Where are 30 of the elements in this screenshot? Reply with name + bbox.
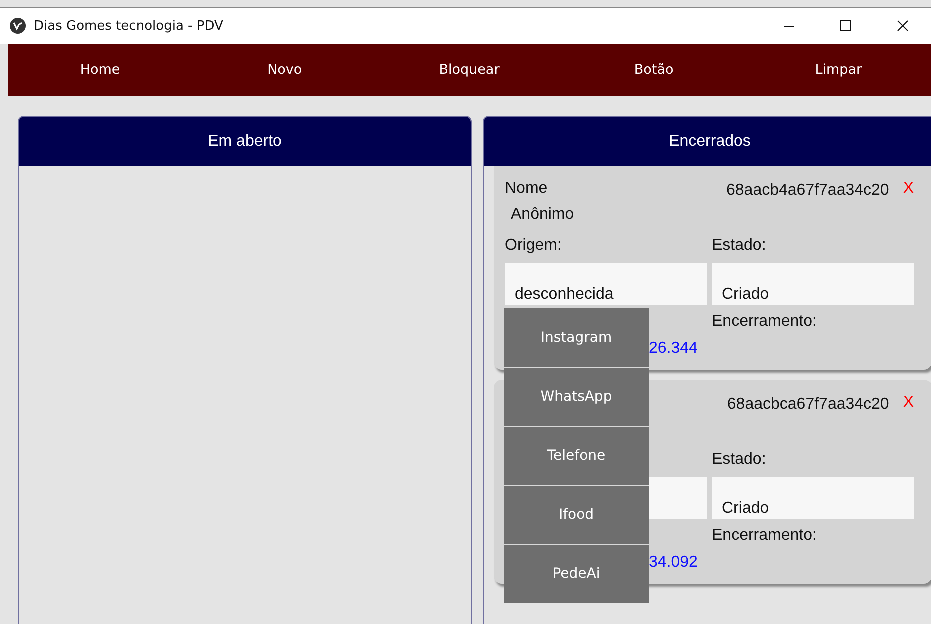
nav-button[interactable]: Bloquear: [377, 44, 562, 96]
state-field[interactable]: Criado: [712, 477, 914, 519]
created-date: 34.092: [649, 554, 698, 572]
order-id: 68aacbca67f7aa34c20: [727, 396, 890, 414]
maximize-icon[interactable]: [840, 20, 852, 32]
created-date: 26.344: [649, 340, 698, 358]
nav-button[interactable]: Botão: [562, 44, 746, 96]
menu-item[interactable]: WhatsApp: [504, 367, 649, 426]
app-logo-icon: [10, 18, 26, 34]
name-label: Nome: [505, 180, 548, 198]
customer-name: Anônimo: [511, 206, 574, 223]
panel-title: Em aberto: [208, 132, 282, 150]
closed-label: Encerramento:: [712, 527, 817, 544]
origin-label: Origem:: [505, 237, 562, 254]
state-label: Estado:: [712, 237, 766, 254]
state-label: Estado:: [712, 451, 766, 468]
origin-field[interactable]: desconhecida: [505, 263, 707, 305]
nav-button[interactable]: Novo: [192, 44, 378, 96]
panel-title: Encerrados: [669, 132, 751, 150]
menu-item[interactable]: PedeAi: [504, 544, 649, 603]
menu-item[interactable]: Ifood: [504, 485, 649, 544]
closed-label: Encerramento:: [712, 313, 817, 330]
nav-button[interactable]: Home: [8, 44, 193, 96]
close-icon[interactable]: [896, 20, 908, 32]
order-id: 68aacb4a67f7aa34c20: [726, 182, 890, 200]
menu-item[interactable]: Instagram: [504, 308, 649, 367]
menu-item[interactable]: Telefone: [504, 426, 649, 485]
state-field[interactable]: Criado: [712, 263, 914, 305]
nav-button[interactable]: Limpar: [746, 44, 931, 96]
window-title: Dias Gomes tecnologia - PDV: [34, 18, 224, 34]
